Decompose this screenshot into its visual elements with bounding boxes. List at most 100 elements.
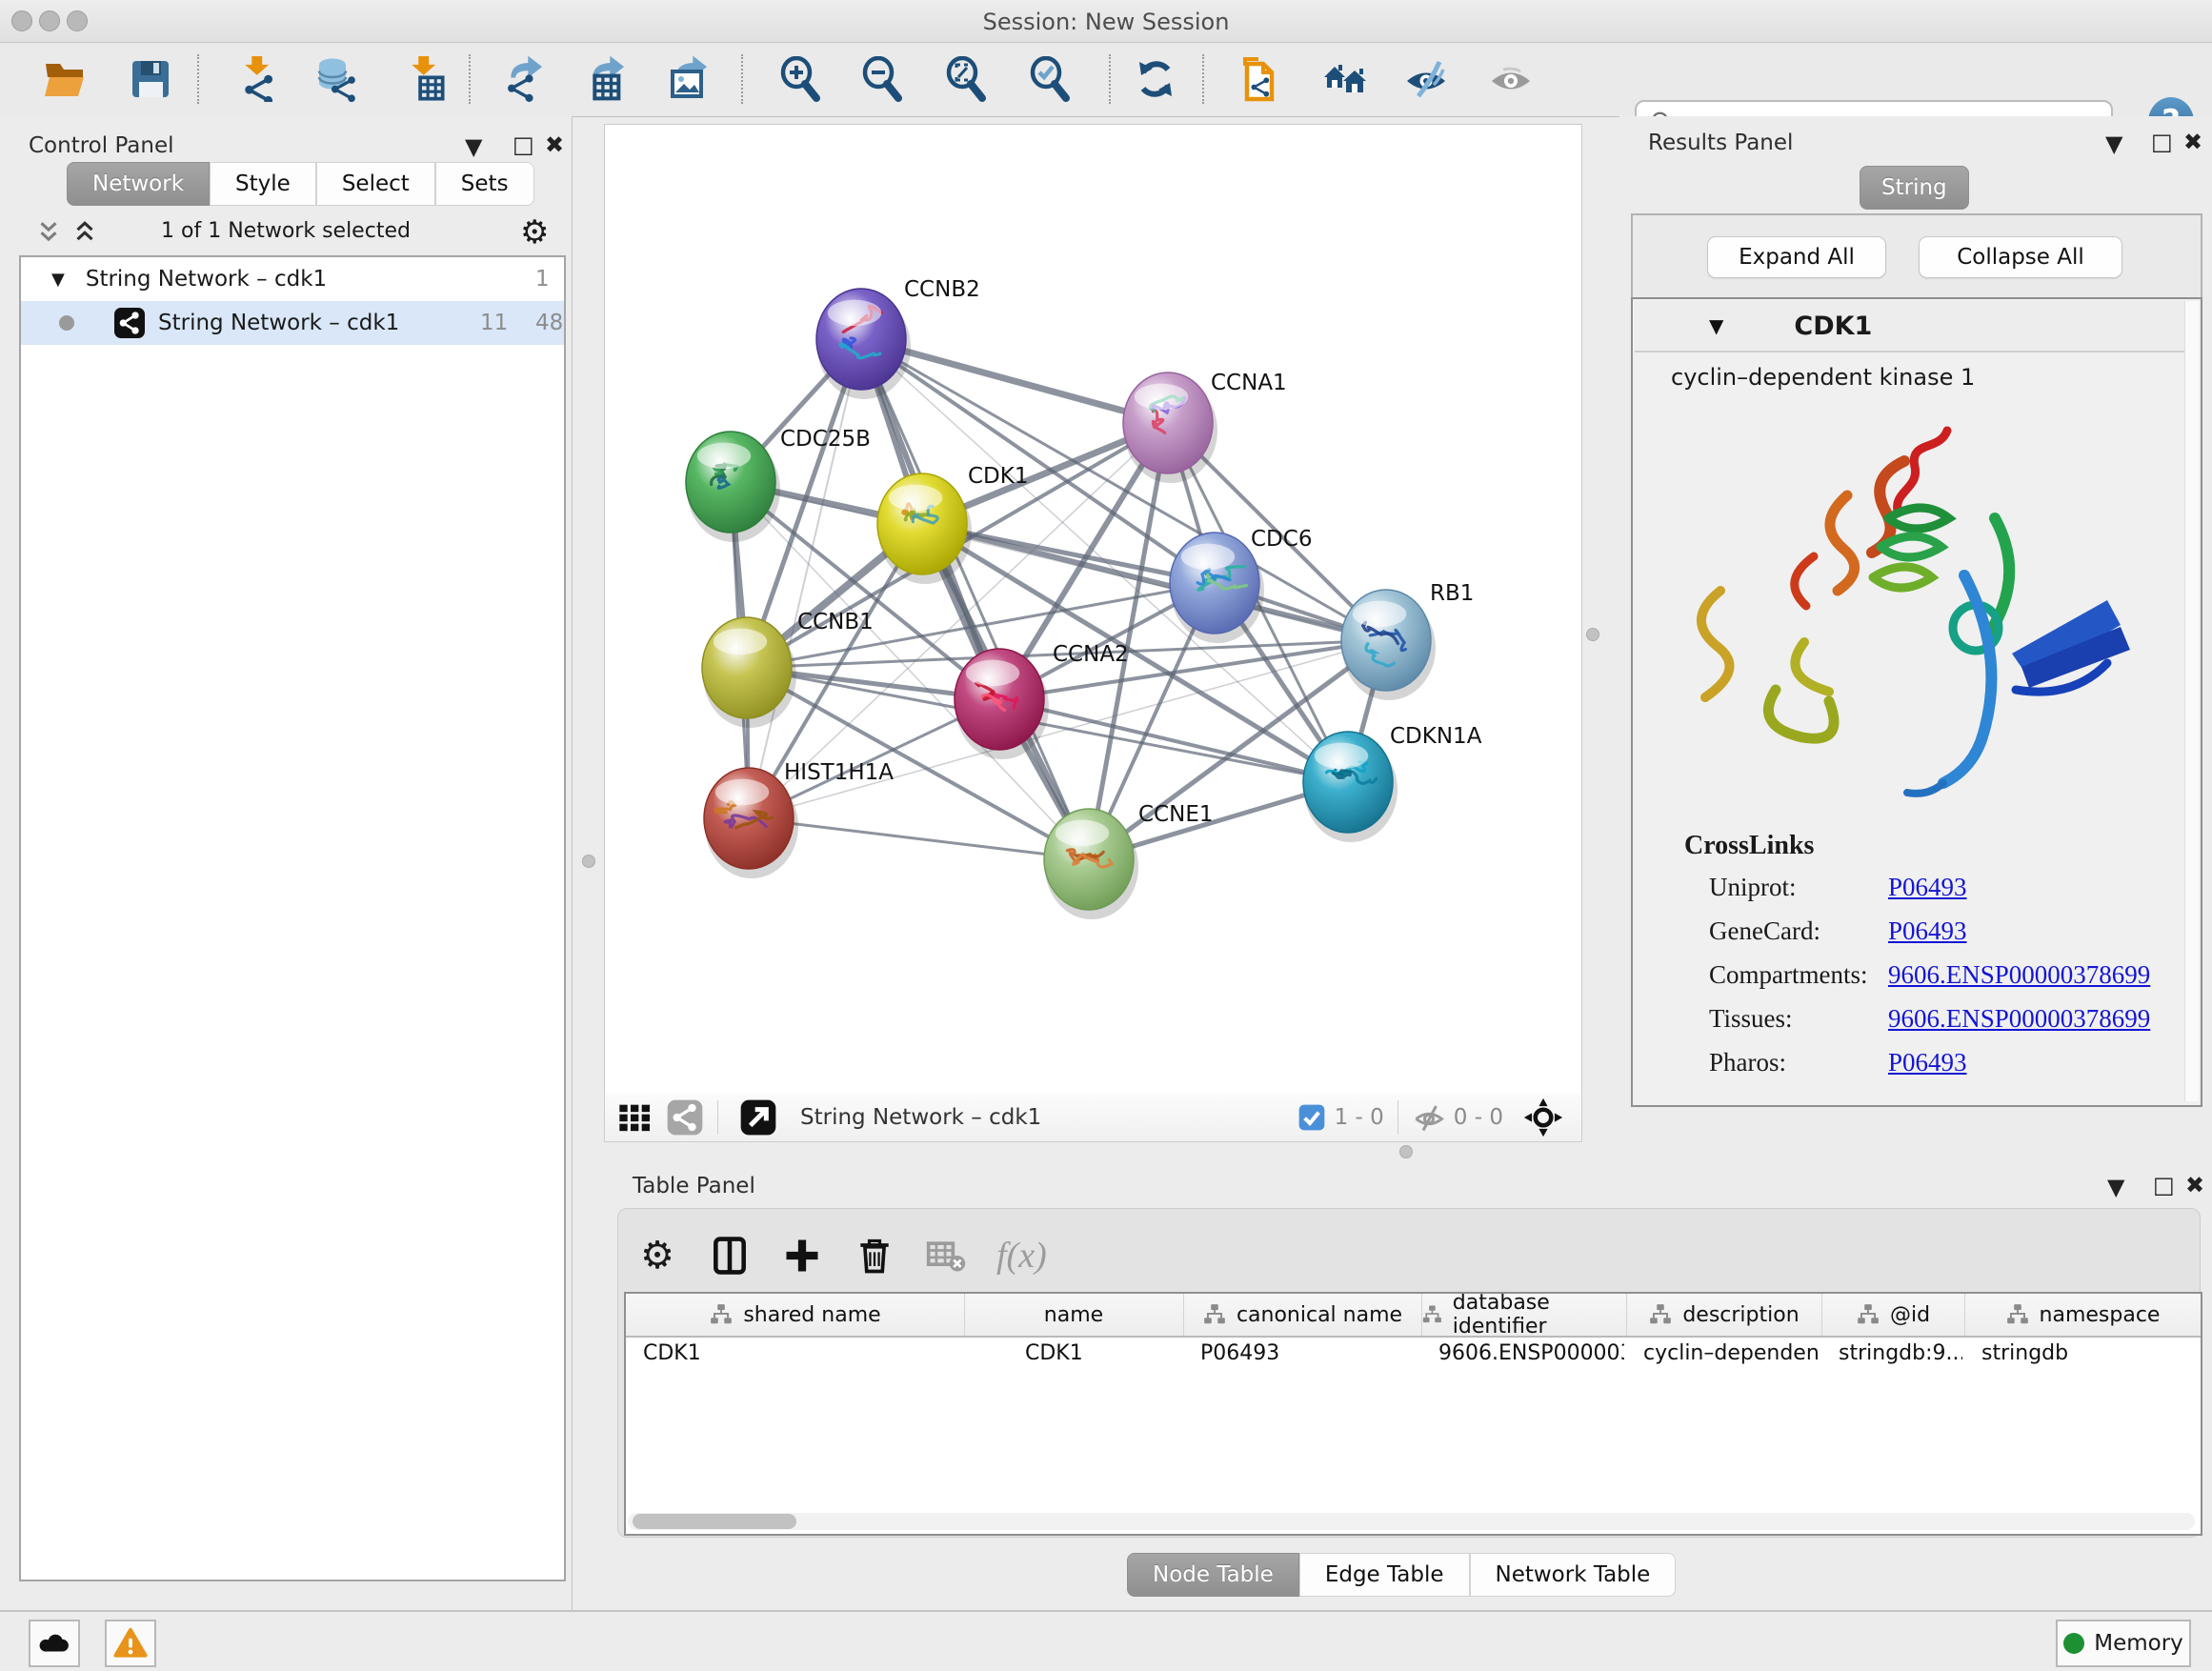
control-panel-close-button[interactable]: ✖ <box>545 131 564 158</box>
column-header-description[interactable]: description <box>1626 1294 1822 1336</box>
crosslink-label: Pharos: <box>1709 1048 1786 1077</box>
table-panel-float-button[interactable]: ▼ <box>2107 1174 2124 1200</box>
table-cell-shared-name[interactable]: CDK1 <box>643 1341 962 1365</box>
left-splitter-handle[interactable] <box>582 855 595 868</box>
table-panel-maximize-button[interactable]: □ <box>2153 1172 2175 1198</box>
table-cell-id[interactable]: stringdb:9... <box>1839 1341 1962 1365</box>
table-cell-database-identifier[interactable]: 9606.ENSP00000378699 <box>1438 1341 1624 1365</box>
tab-sets[interactable]: Sets <box>435 162 534 206</box>
zoom-out-icon[interactable] <box>859 56 905 102</box>
network-collection-label: String Network – cdk1 <box>86 267 327 292</box>
network-node-ccna1[interactable] <box>1123 372 1217 483</box>
export-network-icon[interactable] <box>502 56 548 102</box>
crosslink-value-link[interactable]: 9606.ENSP00000378699 <box>1888 960 2150 990</box>
add-column-icon[interactable] <box>781 1235 823 1277</box>
window-title: Session: New Session <box>0 9 2212 35</box>
column-header-shared-name[interactable]: shared name <box>626 1294 965 1336</box>
results-scrollbar[interactable] <box>2184 301 2199 1101</box>
results-panel-float-button[interactable]: ▼ <box>2105 131 2122 157</box>
hide-graphics-details-icon[interactable] <box>1403 56 1449 102</box>
network-tree-row[interactable]: ▼ String Network – cdk1 1 <box>21 257 564 301</box>
table-horizontal-scrollbar[interactable] <box>628 1513 2195 1530</box>
results-panel-close-button[interactable]: ✖ <box>2183 129 2202 155</box>
scrollbar-thumb[interactable] <box>633 1514 796 1529</box>
network-node-ccna2[interactable] <box>955 649 1049 759</box>
network-view-title: String Network – cdk1 <box>800 1105 1041 1130</box>
tab-style[interactable]: Style <box>210 162 316 206</box>
right-splitter-handle[interactable] <box>1586 628 1599 641</box>
column-header-id[interactable]: @id <box>1821 1294 1965 1336</box>
open-in-new-window-icon[interactable] <box>739 1098 777 1137</box>
expand-all-button[interactable]: Expand All <box>1707 236 1886 278</box>
network-view-footer: String Network – cdk1 1 - 0 0 - 0 <box>604 1094 1582 1142</box>
table-cell-name[interactable]: CDK1 <box>1025 1341 1225 1365</box>
network-grid-view-icon[interactable] <box>616 1098 654 1137</box>
table-cell-description[interactable]: cyclin–dependent ... <box>1643 1341 1820 1365</box>
tree-expander-icon[interactable]: ▼ <box>51 270 65 290</box>
warning-button[interactable] <box>105 1620 156 1667</box>
network-node-cdkn1a[interactable] <box>1303 732 1398 842</box>
network-canvas[interactable]: CCNB2CCNA1CDC25BCDK1CDC6RB1CCNB1CCNA2CDK… <box>604 124 1582 1096</box>
tab-network[interactable]: Network <box>67 162 210 206</box>
zoom-selected-icon[interactable] <box>1027 56 1073 102</box>
tab-edge-table[interactable]: Edge Table <box>1299 1553 1470 1597</box>
crosslink-value-link[interactable]: P06493 <box>1888 1048 1967 1077</box>
tab-string[interactable]: String <box>1860 166 1969 210</box>
new-network-from-selection-icon[interactable] <box>1237 56 1283 102</box>
import-network-from-database-icon[interactable] <box>314 56 360 102</box>
show-graphics-details-icon[interactable] <box>1488 56 1534 102</box>
crosslink-label: Uniprot: <box>1709 873 1797 902</box>
crosslink-value-link[interactable]: P06493 <box>1888 873 1967 902</box>
show-columns-icon[interactable] <box>709 1235 751 1277</box>
fit-selected-crosshair-icon[interactable] <box>1522 1097 1564 1138</box>
zoom-in-icon[interactable] <box>777 56 823 102</box>
column-header-name[interactable]: name <box>964 1294 1184 1336</box>
warning-icon <box>113 1626 148 1661</box>
node-label-ccna1: CCNA1 <box>1211 371 1287 395</box>
crosslink-value-link[interactable]: 9606.ENSP00000378699 <box>1888 1004 2150 1034</box>
column-header-canonical-name[interactable]: canonical name <box>1183 1294 1422 1336</box>
export-image-icon[interactable] <box>667 56 713 102</box>
network-tree-row[interactable]: String Network – cdk1 11 48 <box>21 301 564 345</box>
network-node-ccne1[interactable] <box>1044 809 1138 919</box>
table-options-gear-icon[interactable]: ⚙ <box>636 1235 678 1277</box>
gene-section-header[interactable]: ▼ CDK1 <box>1635 301 2185 352</box>
open-session-icon[interactable] <box>42 56 88 102</box>
zoom-fit-content-icon[interactable] <box>943 56 989 102</box>
tab-node-table[interactable]: Node Table <box>1127 1553 1299 1597</box>
apply-preferred-layout-icon[interactable] <box>1133 56 1178 102</box>
table-panel-close-button[interactable]: ✖ <box>2185 1172 2204 1198</box>
horizontal-splitter-handle[interactable] <box>1399 1145 1413 1158</box>
memory-button[interactable]: Memory <box>2056 1620 2191 1667</box>
status-bar: Memory <box>0 1610 2212 1671</box>
network-node-cdc25b[interactable] <box>686 432 780 542</box>
delete-column-trash-icon[interactable] <box>854 1235 895 1277</box>
delete-table-icon-disabled <box>925 1235 967 1277</box>
cloud-button[interactable] <box>29 1620 80 1667</box>
save-session-icon[interactable] <box>128 56 173 102</box>
crosslink-value-link[interactable]: P06493 <box>1888 916 1967 946</box>
tab-select[interactable]: Select <box>316 162 435 206</box>
selected-checkbox-icon[interactable] <box>1297 1102 1327 1133</box>
results-panel-maximize-button[interactable]: □ <box>2151 129 2173 155</box>
column-header-namespace[interactable]: namespace <box>1964 1294 2202 1336</box>
import-network-from-file-icon[interactable] <box>235 56 281 102</box>
network-birdseye-icon[interactable] <box>666 1098 704 1137</box>
export-table-icon[interactable] <box>584 56 630 102</box>
table-cell-canonical-name[interactable]: P06493 <box>1200 1341 1419 1365</box>
network-options-gear-icon[interactable]: ⚙ <box>520 213 549 252</box>
control-panel-float-button[interactable]: ▼ <box>465 133 482 160</box>
collapse-triangle-icon[interactable]: ▼ <box>1709 314 1723 337</box>
control-panel-maximize-button[interactable]: □ <box>513 131 534 158</box>
import-table-from-file-icon[interactable] <box>402 56 448 102</box>
node-label-ccnb1: CCNB1 <box>797 610 874 634</box>
collapse-all-button[interactable]: Collapse All <box>1919 236 2122 278</box>
network-node-cdk1[interactable] <box>877 473 972 584</box>
results-buttons-box: Expand All Collapse All <box>1631 213 2202 299</box>
table-cell-namespace[interactable]: stringdb <box>1981 1341 2199 1365</box>
houses-icon[interactable] <box>1322 56 1368 102</box>
network-node-rb1[interactable] <box>1341 590 1436 700</box>
network-node-ccnb2[interactable] <box>816 289 911 399</box>
tab-network-table[interactable]: Network Table <box>1470 1553 1677 1597</box>
column-header-database-identifier[interactable]: database identifier <box>1421 1294 1627 1336</box>
